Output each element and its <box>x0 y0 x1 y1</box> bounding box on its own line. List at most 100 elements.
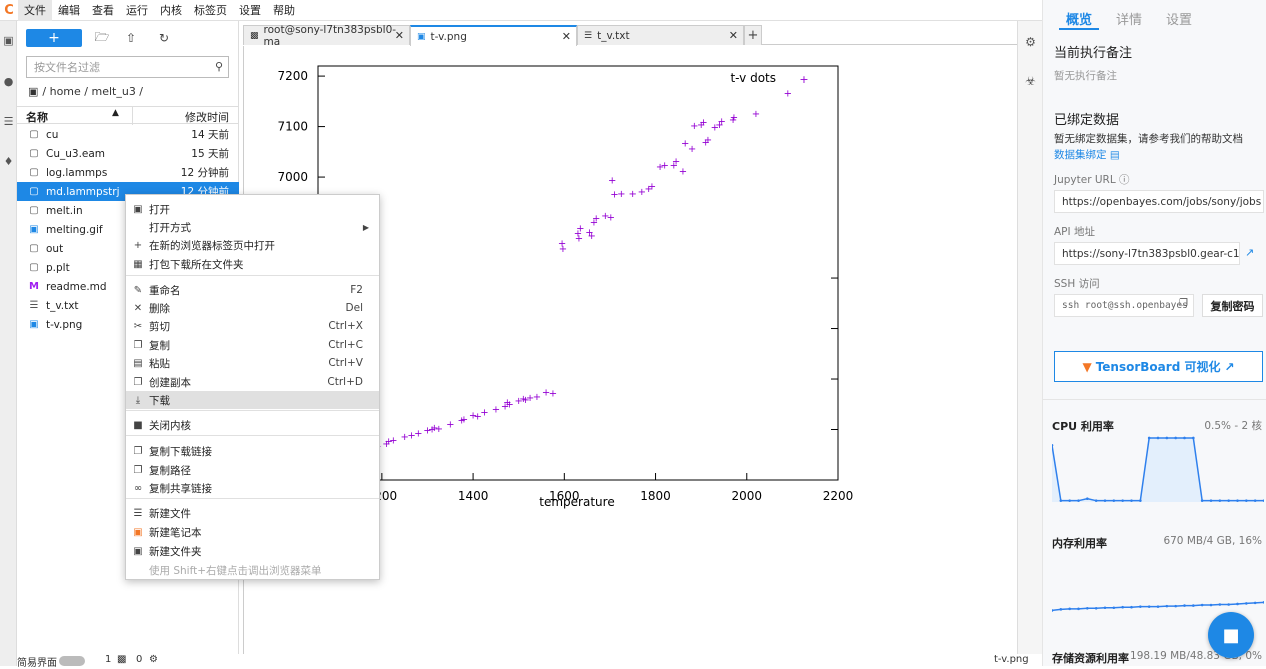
file-icon: ▢ <box>29 262 39 273</box>
filter-input[interactable]: 按文件名过滤 ⚲ <box>26 56 229 78</box>
file-list-header: 名称 ▲ 修改时间 <box>17 106 239 125</box>
add-tab-button[interactable]: + <box>744 25 762 45</box>
exec-note-value: 暂无执行备注 <box>1054 70 1117 82</box>
file-row[interactable]: ▢ log.lammps 12 分钟前 <box>17 163 239 182</box>
context-menu-item[interactable]: ❐ 复制 Ctrl+C <box>126 336 379 354</box>
menu-run[interactable]: 运行 <box>120 0 154 21</box>
tab-details[interactable]: 详情 <box>1116 9 1142 28</box>
context-menu-item[interactable]: ⤓ 下载 <box>126 391 379 409</box>
duplicate-icon: ❐ <box>133 376 143 388</box>
divider <box>1043 399 1266 400</box>
close-icon[interactable]: ✕ <box>729 29 738 42</box>
chat-support-button[interactable]: ■ <box>1208 612 1254 658</box>
tab-label: t_v.txt <box>597 29 630 42</box>
jupyter-url-field[interactable]: https://openbayes.com/jobs/sony/jobs <box>1054 190 1264 213</box>
data-point: + <box>679 167 687 178</box>
running-icon[interactable]: ● <box>0 73 17 90</box>
context-menu-item[interactable]: ❐ 复制下载链接 <box>126 442 379 460</box>
folder-icon[interactable]: ▣ <box>0 32 17 49</box>
file-modified: 15 天前 <box>191 148 229 160</box>
context-menu-item[interactable]: ▦ 打包下载所在文件夹 <box>126 255 379 273</box>
menu-item-label: 打开 <box>149 203 170 216</box>
tab-text[interactable]: ☰ t_v.txt ✕ <box>577 25 744 45</box>
api-url-field[interactable]: https://sony-l7tn383psbl0.gear-c1. <box>1054 242 1240 265</box>
context-menu-item[interactable]: ▣ 打开 <box>126 200 379 218</box>
activity-bar: ▣ ● ☰ ♦ <box>0 21 17 666</box>
context-menu-item[interactable]: ▣ 新建笔记本 <box>126 523 379 541</box>
close-icon[interactable]: ✕ <box>562 30 571 43</box>
tab-settings[interactable]: 设置 <box>1166 9 1192 28</box>
menu-settings[interactable]: 设置 <box>233 0 267 21</box>
folder-icon: ▣ <box>133 203 143 215</box>
ssh-command-field[interactable]: ssh root@ssh.openbayes <box>1054 294 1194 317</box>
menu-file[interactable]: 文件 <box>18 0 52 21</box>
column-modified-header[interactable]: 修改时间 <box>185 109 229 125</box>
menu-tabs[interactable]: 标签页 <box>188 0 233 21</box>
data-point: + <box>717 117 725 128</box>
context-menu-item[interactable]: ✂ 剪切 Ctrl+X <box>126 317 379 335</box>
new-folder-icon[interactable]: 🗁 <box>92 29 112 47</box>
context-menu-item[interactable]: ☰ 新建文件 <box>126 504 379 522</box>
context-menu-item[interactable]: 打开方式 ▶ <box>126 218 379 236</box>
menu-view[interactable]: 查看 <box>86 0 120 21</box>
api-address-label: API 地址 <box>1054 226 1095 238</box>
usage-point <box>1052 443 1054 447</box>
menu-item-shortcut: Ctrl+C <box>328 339 363 351</box>
tab-overview[interactable]: 概览 <box>1066 9 1092 28</box>
job-info-panel: 概览 详情 设置 当前执行备注 暂无执行备注 已绑定数据 暂无绑定数据集，请参考… <box>1042 0 1266 666</box>
close-icon[interactable]: ✕ <box>395 29 404 42</box>
archive-icon: ▦ <box>133 258 143 270</box>
context-menu-item[interactable]: ▣ 新建文件夹 <box>126 542 379 560</box>
menu-help[interactable]: 帮助 <box>267 0 301 21</box>
kernel-count[interactable]: 0 <box>136 654 142 665</box>
file-row[interactable]: ▢ Cu_u3.eam 15 天前 <box>17 144 239 163</box>
terminal-count[interactable]: 1 <box>105 654 111 665</box>
file-row[interactable]: ▢ cu 14 天前 <box>17 125 239 144</box>
tab-terminal[interactable]: ▩ root@sony-l7tn383psbl0-ma ✕ <box>243 24 410 48</box>
context-menu-item[interactable]: ∞ 复制共享链接 <box>126 479 379 497</box>
copy-icon[interactable]: ❐ <box>1179 298 1188 309</box>
context-menu-item[interactable]: ❐ 创建副本 Ctrl+D <box>126 373 379 391</box>
new-launcher-button[interactable]: + <box>26 29 82 47</box>
debugger-icon[interactable]: ☣ <box>1023 73 1038 88</box>
breadcrumb[interactable]: ▣ / home / melt_u3 / <box>28 85 143 98</box>
edit-icon: ✎ <box>133 284 143 296</box>
menu-kernel[interactable]: 内核 <box>154 0 188 21</box>
text-file-icon: ☰ <box>584 30 593 41</box>
bound-data-link-label[interactable]: 数据集绑定 <box>1054 149 1107 161</box>
home-folder-icon[interactable]: ▣ <box>28 85 38 98</box>
toc-icon[interactable]: ☰ <box>0 113 17 130</box>
extension-icon[interactable]: ♦ <box>0 153 17 170</box>
image-icon: ▣ <box>29 224 39 235</box>
column-name-header[interactable]: 名称 <box>26 109 48 125</box>
context-menu-item[interactable]: + 在新的浏览器标签页中打开 <box>126 236 379 254</box>
property-inspector-icon[interactable]: ⚙ <box>1023 34 1038 49</box>
bound-data-link[interactable]: 数据集绑定 ▤ <box>1054 147 1120 162</box>
usage-point <box>1245 602 1248 605</box>
context-menu-item[interactable]: ✎ 重命名 F2 <box>126 281 379 299</box>
menu-separator <box>126 435 379 436</box>
simple-mode-toggle[interactable] <box>59 656 85 666</box>
tab-image[interactable]: ▣ t-v.png ✕ <box>410 25 577 46</box>
breadcrumb-path[interactable]: / home / melt_u3 / <box>42 85 143 98</box>
active-tab-indicator <box>1059 28 1099 30</box>
context-menu-item[interactable]: ■ 关闭内核 <box>126 416 379 434</box>
info-icon[interactable]: ⓘ <box>1119 174 1130 186</box>
tensorboard-button[interactable]: ▼ TensorBoard 可视化 ↗ <box>1054 351 1263 382</box>
open-link-icon[interactable]: ↗ <box>1245 246 1254 259</box>
usage-point <box>1253 601 1257 605</box>
data-point: + <box>559 244 567 255</box>
markdown-icon: M <box>29 281 39 292</box>
data-point: + <box>492 404 500 415</box>
context-menu-item[interactable]: ❐ 复制路径 <box>126 461 379 479</box>
usage-point <box>1112 606 1116 610</box>
copy-password-button[interactable]: 复制密码 <box>1202 294 1263 317</box>
data-point: + <box>629 189 637 200</box>
menu-edit[interactable]: 编辑 <box>52 0 86 21</box>
context-menu-item[interactable]: ▤ 粘贴 Ctrl+V <box>126 354 379 372</box>
refresh-icon[interactable]: ↻ <box>154 29 174 47</box>
upload-icon[interactable]: ⇧ <box>121 29 141 47</box>
copy-icon: ❐ <box>133 339 143 351</box>
context-menu-item[interactable]: ✕ 删除 Del <box>126 299 379 317</box>
menu-separator <box>126 498 379 499</box>
